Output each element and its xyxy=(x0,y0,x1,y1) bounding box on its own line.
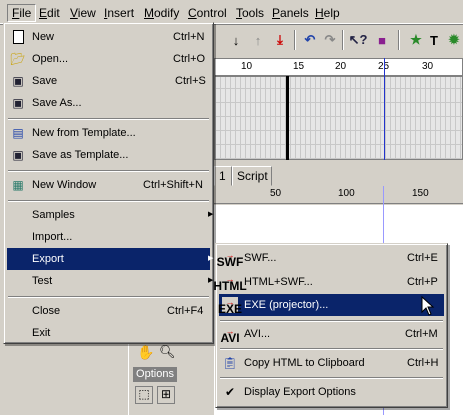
star-icon[interactable]: ★ xyxy=(406,30,426,50)
menu-item-test[interactable]: Test ▶ xyxy=(7,270,213,292)
frame-number: 30 xyxy=(422,61,434,72)
toolbar-separator xyxy=(294,30,296,50)
tab-1[interactable]: 1 xyxy=(214,166,232,186)
menu-edit[interactable]: Edit xyxy=(35,4,64,22)
timeline-ruler: 10 15 20 25 30 xyxy=(214,58,463,76)
menu-separator xyxy=(8,296,209,298)
swf-export-icon: → SWF xyxy=(216,249,244,269)
clipboard-icon: 📋︎ xyxy=(222,356,238,370)
menu-item-exit[interactable]: Exit xyxy=(7,322,210,344)
menu-item-import[interactable]: Import... xyxy=(7,226,210,248)
menu-item-new-from-template[interactable]: ▤ New from Template... xyxy=(7,122,210,144)
ruler-number: 150 xyxy=(412,188,429,199)
main-toolbar: ↓ ↑ ⤓ ↶ ↷ ↖? ■ ★ T ✹ xyxy=(214,28,463,54)
menu-tools[interactable]: Tools xyxy=(232,4,268,22)
save-as-icon: ▣ xyxy=(12,96,24,110)
menubar: File Edit View Insert Modify Control Too… xyxy=(0,0,463,24)
text-tool-icon[interactable]: T xyxy=(424,30,444,50)
arrow-down-icon[interactable]: ↓ xyxy=(226,30,246,50)
redo-icon[interactable]: ↷ xyxy=(320,30,340,50)
playhead[interactable] xyxy=(384,58,385,160)
book-icon[interactable]: ■ xyxy=(372,30,392,50)
frame-number: 20 xyxy=(335,61,347,72)
mouse-pointer-icon xyxy=(421,295,435,321)
menu-item-save-as[interactable]: ▣ Save As... xyxy=(7,92,210,114)
menu-item-export[interactable]: Export ▶ xyxy=(7,248,214,270)
arrow-bottom-icon[interactable]: ⤓ xyxy=(270,30,290,50)
toolbar-separator xyxy=(342,30,344,50)
menu-item-samples[interactable]: Samples ▶ xyxy=(7,204,214,226)
menu-separator xyxy=(8,118,209,120)
frame-number: 15 xyxy=(293,61,305,72)
menu-file[interactable]: File xyxy=(7,4,37,22)
open-folder-icon: 📂︎ xyxy=(10,52,26,66)
arrow-up-icon[interactable]: ↑ xyxy=(248,30,268,50)
menu-separator xyxy=(220,348,443,350)
tab-script[interactable]: Script xyxy=(232,166,272,186)
menu-control[interactable]: Control xyxy=(184,4,231,22)
menu-separator xyxy=(8,170,209,172)
snap-option-icon[interactable]: ⬚ xyxy=(135,386,153,404)
menu-item-close[interactable]: Close Ctrl+F4 xyxy=(7,300,210,322)
menu-item-copy-html[interactable]: 📋︎ Copy HTML to Clipboard Ctrl+H xyxy=(219,352,444,374)
submenu-arrow-icon: ▶ xyxy=(208,211,214,218)
menu-item-new[interactable]: New Ctrl+N xyxy=(7,26,210,48)
menu-item-open[interactable]: 📂︎ Open... Ctrl+O xyxy=(7,48,210,70)
undo-icon[interactable]: ↶ xyxy=(300,30,320,50)
help-cursor-icon[interactable]: ↖? xyxy=(348,30,368,50)
checkmark-icon: ✔ xyxy=(224,385,236,399)
smooth-option-icon[interactable]: ⊞ xyxy=(157,386,175,404)
menu-panels[interactable]: Panels xyxy=(268,4,313,22)
menu-item-save-as-template[interactable]: ▣ Save as Template... xyxy=(7,144,210,166)
ruler-number: 100 xyxy=(338,188,355,199)
ruler-number: 50 xyxy=(270,188,282,199)
save-disk-icon: ▣ xyxy=(12,74,24,88)
menu-separator xyxy=(220,320,443,322)
menu-separator xyxy=(8,200,209,202)
menu-insert[interactable]: Insert xyxy=(100,4,138,22)
exe-export-icon: → EXE xyxy=(218,296,243,316)
keyframe-marker xyxy=(286,76,289,160)
html-export-icon: → HTML xyxy=(213,273,247,293)
menu-item-display-export-options[interactable]: ✔ Display Export Options xyxy=(219,381,444,403)
menu-view[interactable]: View xyxy=(66,4,100,22)
menu-help[interactable]: Help xyxy=(311,4,344,22)
export-submenu: → SWF SWF... Ctrl+E → HTML HTML+SWF... Ctr… xyxy=(213,243,448,408)
stage-ruler: 50 100 150 xyxy=(214,186,463,204)
submenu-arrow-icon: ▶ xyxy=(208,255,214,262)
menu-modify[interactable]: Modify xyxy=(140,4,183,22)
file-menu: New Ctrl+N 📂︎ Open... Ctrl+O ▣ Save Ctrl… xyxy=(3,22,214,344)
zoom-tool-icon[interactable]: 🔍︎ xyxy=(159,344,176,360)
tools-panel: ✋ 🔍︎ Options ⬚ ⊞ xyxy=(128,340,178,415)
new-document-icon xyxy=(10,29,26,45)
timeline-frames[interactable] xyxy=(214,76,463,160)
sparkle-icon[interactable]: ✹ xyxy=(444,30,463,50)
menu-item-export-exe[interactable]: → EXE EXE (projector)... xyxy=(218,294,444,316)
menu-item-export-swf[interactable]: → SWF SWF... Ctrl+E xyxy=(216,247,444,269)
menu-separator xyxy=(220,377,443,379)
menu-item-export-html-swf[interactable]: → HTML HTML+SWF... Ctrl+P xyxy=(213,271,444,293)
avi-export-icon: → AVI xyxy=(220,325,240,345)
hand-tool-icon[interactable]: ✋ xyxy=(137,344,154,361)
new-window-icon: ▦ xyxy=(12,178,24,192)
toolbar-separator xyxy=(398,30,400,50)
save-as-template-icon: ▣ xyxy=(12,148,24,162)
frame-number: 10 xyxy=(241,61,253,72)
menu-item-new-window[interactable]: ▦ New Window Ctrl+Shift+N xyxy=(7,174,210,196)
new-from-template-icon: ▤ xyxy=(12,126,24,140)
menu-item-export-avi[interactable]: → AVI AVI... Ctrl+M xyxy=(219,323,444,345)
options-label: Options xyxy=(133,367,177,382)
menu-item-save[interactable]: ▣ Save Ctrl+S xyxy=(7,70,210,92)
